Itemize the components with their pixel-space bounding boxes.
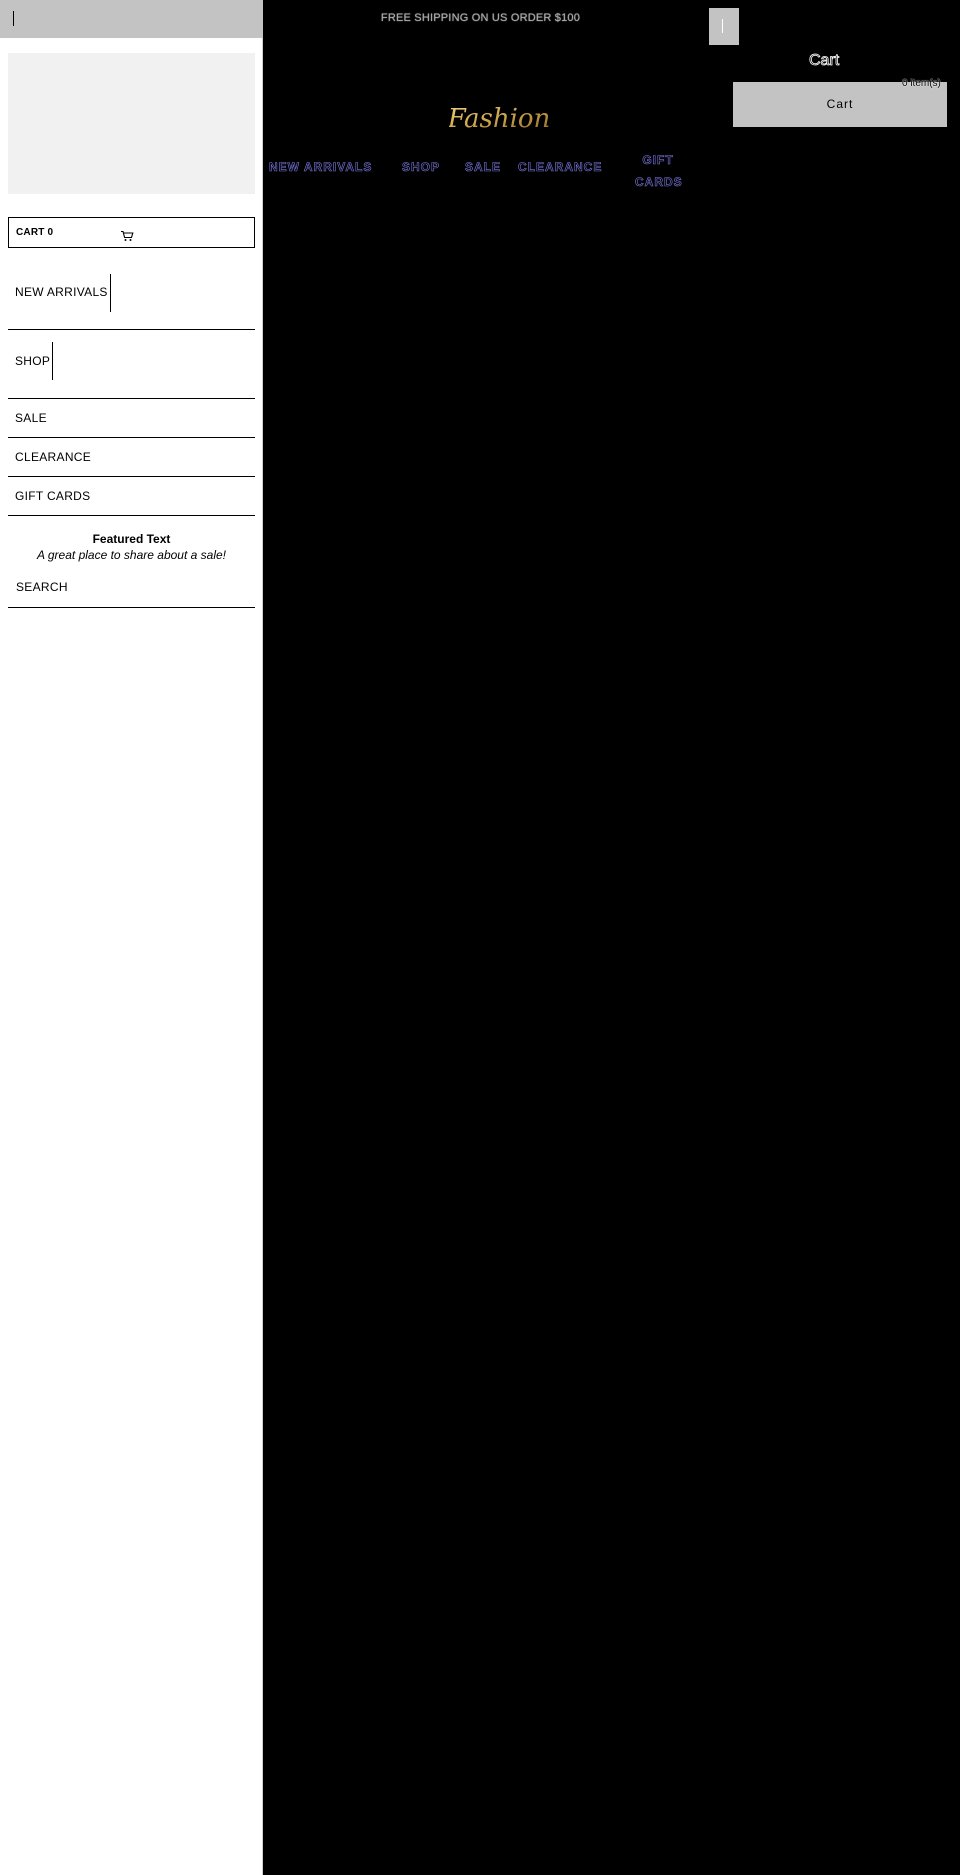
main-nav-gift-cards-line1: GIFT xyxy=(642,153,674,168)
fashion-logo[interactable]: Fashion xyxy=(449,96,549,142)
submenu-divider[interactable] xyxy=(52,342,53,380)
sidebar-item-shop[interactable]: SHOP xyxy=(8,330,255,399)
announcement-bar: FREE SHIPPING ON US ORDER $100 xyxy=(380,12,581,24)
sidebar-item-label: CLEARANCE xyxy=(15,450,92,464)
sidebar-search-link[interactable]: SEARCH xyxy=(8,570,255,608)
sidebar-item-label: SHOP xyxy=(15,354,51,368)
menu-toggle-icon xyxy=(722,19,723,33)
submenu-divider[interactable] xyxy=(110,274,111,312)
logo-text: Fashion xyxy=(449,104,549,134)
sidebar-item-label: SALE xyxy=(15,411,47,425)
drawer-top-bar xyxy=(0,0,263,38)
sidebar-item-label: GIFT CARDS xyxy=(15,489,91,503)
mobile-nav-drawer: CART 0 NEW ARRIVALS SHOP SALE CLEARANCE … xyxy=(0,0,263,1875)
featured-subtitle: A great place to share about a sale! xyxy=(36,548,226,562)
drawer-close-toggle[interactable] xyxy=(13,11,14,26)
sidebar-item-new-arrivals[interactable]: NEW ARRIVALS xyxy=(8,260,255,330)
menu-toggle-button[interactable] xyxy=(709,8,739,45)
promo-image-placeholder xyxy=(8,53,255,194)
sidebar-item-gift-cards[interactable]: GIFT CARDS xyxy=(8,477,255,516)
sidebar-item-label: NEW ARRIVALS xyxy=(15,285,108,299)
main-nav-clearance[interactable]: CLEARANCE xyxy=(518,160,602,175)
cart-heading: Cart xyxy=(809,52,840,70)
cart-item-count: 0 item(s) xyxy=(902,78,941,89)
sidebar-item-clearance[interactable]: CLEARANCE xyxy=(8,438,255,477)
sidebar-item-sale[interactable]: SALE xyxy=(8,399,255,438)
cart-icon xyxy=(121,230,134,241)
drawer-cart-link[interactable]: CART 0 xyxy=(8,217,255,248)
cart-button-label: Cart xyxy=(826,97,854,111)
drawer-cart-label: CART 0 xyxy=(16,227,54,238)
featured-title: Featured Text xyxy=(92,532,171,546)
main-nav-shop[interactable]: SHOP xyxy=(402,160,440,175)
main-nav-sale[interactable]: SALE xyxy=(465,160,501,175)
search-label: SEARCH xyxy=(16,580,68,594)
main-nav-gift-cards[interactable]: GIFT CARDS xyxy=(635,149,683,193)
main-nav-new-arrivals[interactable]: NEW ARRIVALS xyxy=(269,160,372,175)
main-nav-gift-cards-line2: CARDS xyxy=(635,175,683,190)
